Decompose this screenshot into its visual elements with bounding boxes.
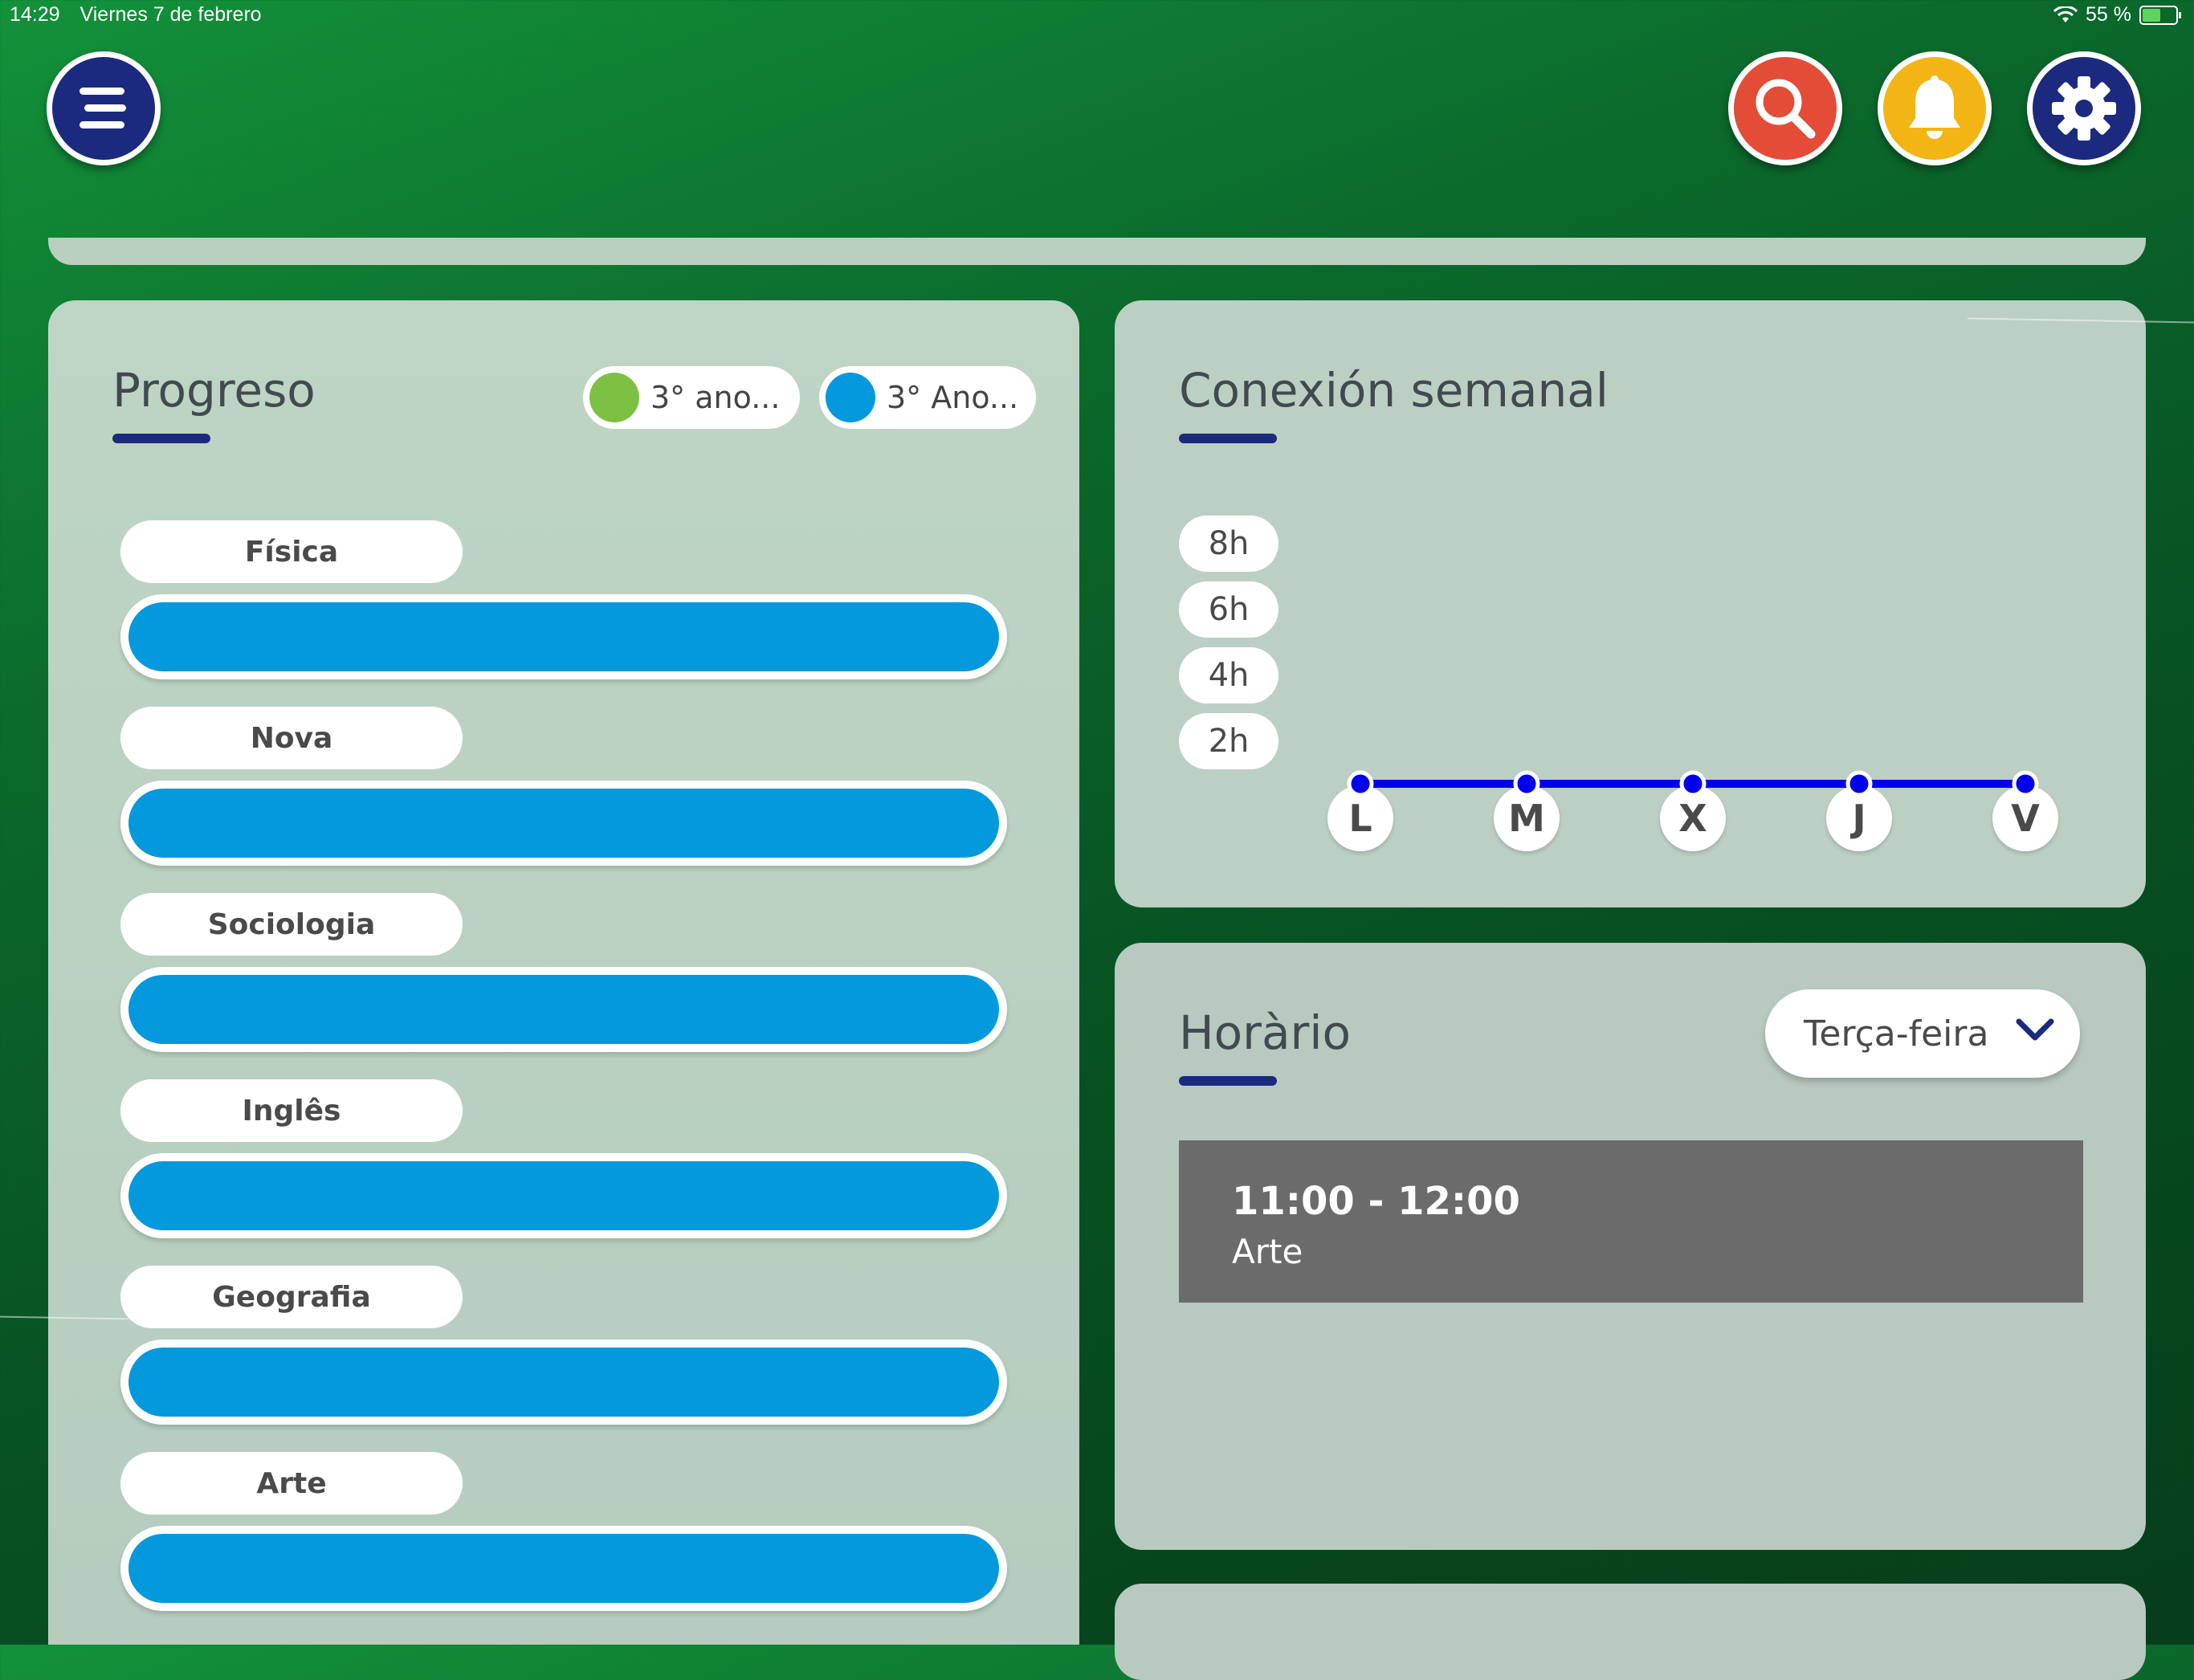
settings-button[interactable] xyxy=(2027,51,2141,165)
subject-label: Arte xyxy=(120,1452,463,1515)
chart-points-layer xyxy=(1347,770,2039,797)
filter-label: 3° ano... xyxy=(650,380,781,415)
data-point xyxy=(1347,770,1374,797)
menu-button[interactable] xyxy=(47,51,161,165)
subject-label: Sociologia xyxy=(120,893,463,956)
top-banner-strip xyxy=(48,238,2146,265)
schedule-slot[interactable]: 11:00 - 12:00 Arte xyxy=(1179,1140,2083,1303)
slot-time: 11:00 - 12:00 xyxy=(1232,1179,1520,1224)
status-bar-right: 55 % xyxy=(2053,3,2181,27)
notifications-button[interactable] xyxy=(1878,51,1992,165)
progress-bar-fill xyxy=(128,975,999,1044)
search-button[interactable] xyxy=(1728,51,1842,165)
battery-icon xyxy=(2139,5,2181,25)
gear-icon xyxy=(2052,76,2116,141)
filter-label: 3° Ano... xyxy=(887,380,1019,415)
battery-percent: 55 % xyxy=(2086,3,2131,26)
status-date: Viernes 7 de febrero xyxy=(80,3,262,26)
progress-bar-fill xyxy=(128,602,999,671)
schedule-title: Horàrio xyxy=(1179,1005,1351,1060)
data-point xyxy=(1845,770,1873,797)
bell-icon xyxy=(1909,75,1960,139)
progress-title: Progreso xyxy=(112,363,316,418)
chevron-down-icon xyxy=(2016,1018,2054,1041)
progress-title-underline xyxy=(112,434,210,443)
progress-bar xyxy=(120,594,1007,679)
schedule-title-underline xyxy=(1179,1076,1277,1086)
data-point xyxy=(2012,770,2039,797)
status-time: 14:29 xyxy=(10,3,60,26)
status-bar: 14:29 Viernes 7 de febrero 55 % xyxy=(0,0,2194,32)
subject-label: Nova xyxy=(120,707,463,769)
day-select[interactable]: Terça-feira xyxy=(1765,989,2080,1078)
progress-bar-fill xyxy=(128,789,999,858)
filter-pill-1[interactable]: 3° ano... xyxy=(583,366,800,429)
status-bar-left: 14:29 Viernes 7 de febrero xyxy=(10,3,276,27)
day-select-value: Terça-feira xyxy=(1804,1013,1989,1054)
subject-label: Geografia xyxy=(120,1266,463,1328)
progress-bar xyxy=(120,1153,1007,1238)
slot-subject: Arte xyxy=(1232,1232,1303,1271)
filter-color-dot xyxy=(589,373,639,422)
wifi-icon xyxy=(2053,6,2078,22)
progress-card: Progreso 3° ano... 3° Ano... Física Nova… xyxy=(48,300,1079,1645)
data-point xyxy=(1679,770,1707,797)
search-icon xyxy=(1756,79,1816,139)
progress-bar xyxy=(120,781,1007,866)
progress-bar xyxy=(120,967,1007,1052)
filter-color-dot xyxy=(826,373,875,422)
progress-bar-fill xyxy=(128,1348,999,1417)
data-point xyxy=(1513,770,1540,797)
progress-bar-fill xyxy=(128,1161,999,1230)
hamburger-icon xyxy=(80,88,126,128)
progress-bar-fill xyxy=(128,1534,999,1603)
schedule-card: Horàrio Terça-feira 11:00 - 12:00 Arte xyxy=(1115,943,2146,1550)
weekly-connection-card: Conexión semanal 8h 6h 4h 2h LMXJV xyxy=(1115,300,2146,907)
subject-label: Inglês xyxy=(120,1079,463,1142)
progress-bar xyxy=(120,1340,1007,1425)
filter-pill-2[interactable]: 3° Ano... xyxy=(819,366,1036,429)
next-card-peek xyxy=(1115,1584,2146,1680)
subject-label: Física xyxy=(120,520,463,583)
progress-bar xyxy=(120,1526,1007,1611)
